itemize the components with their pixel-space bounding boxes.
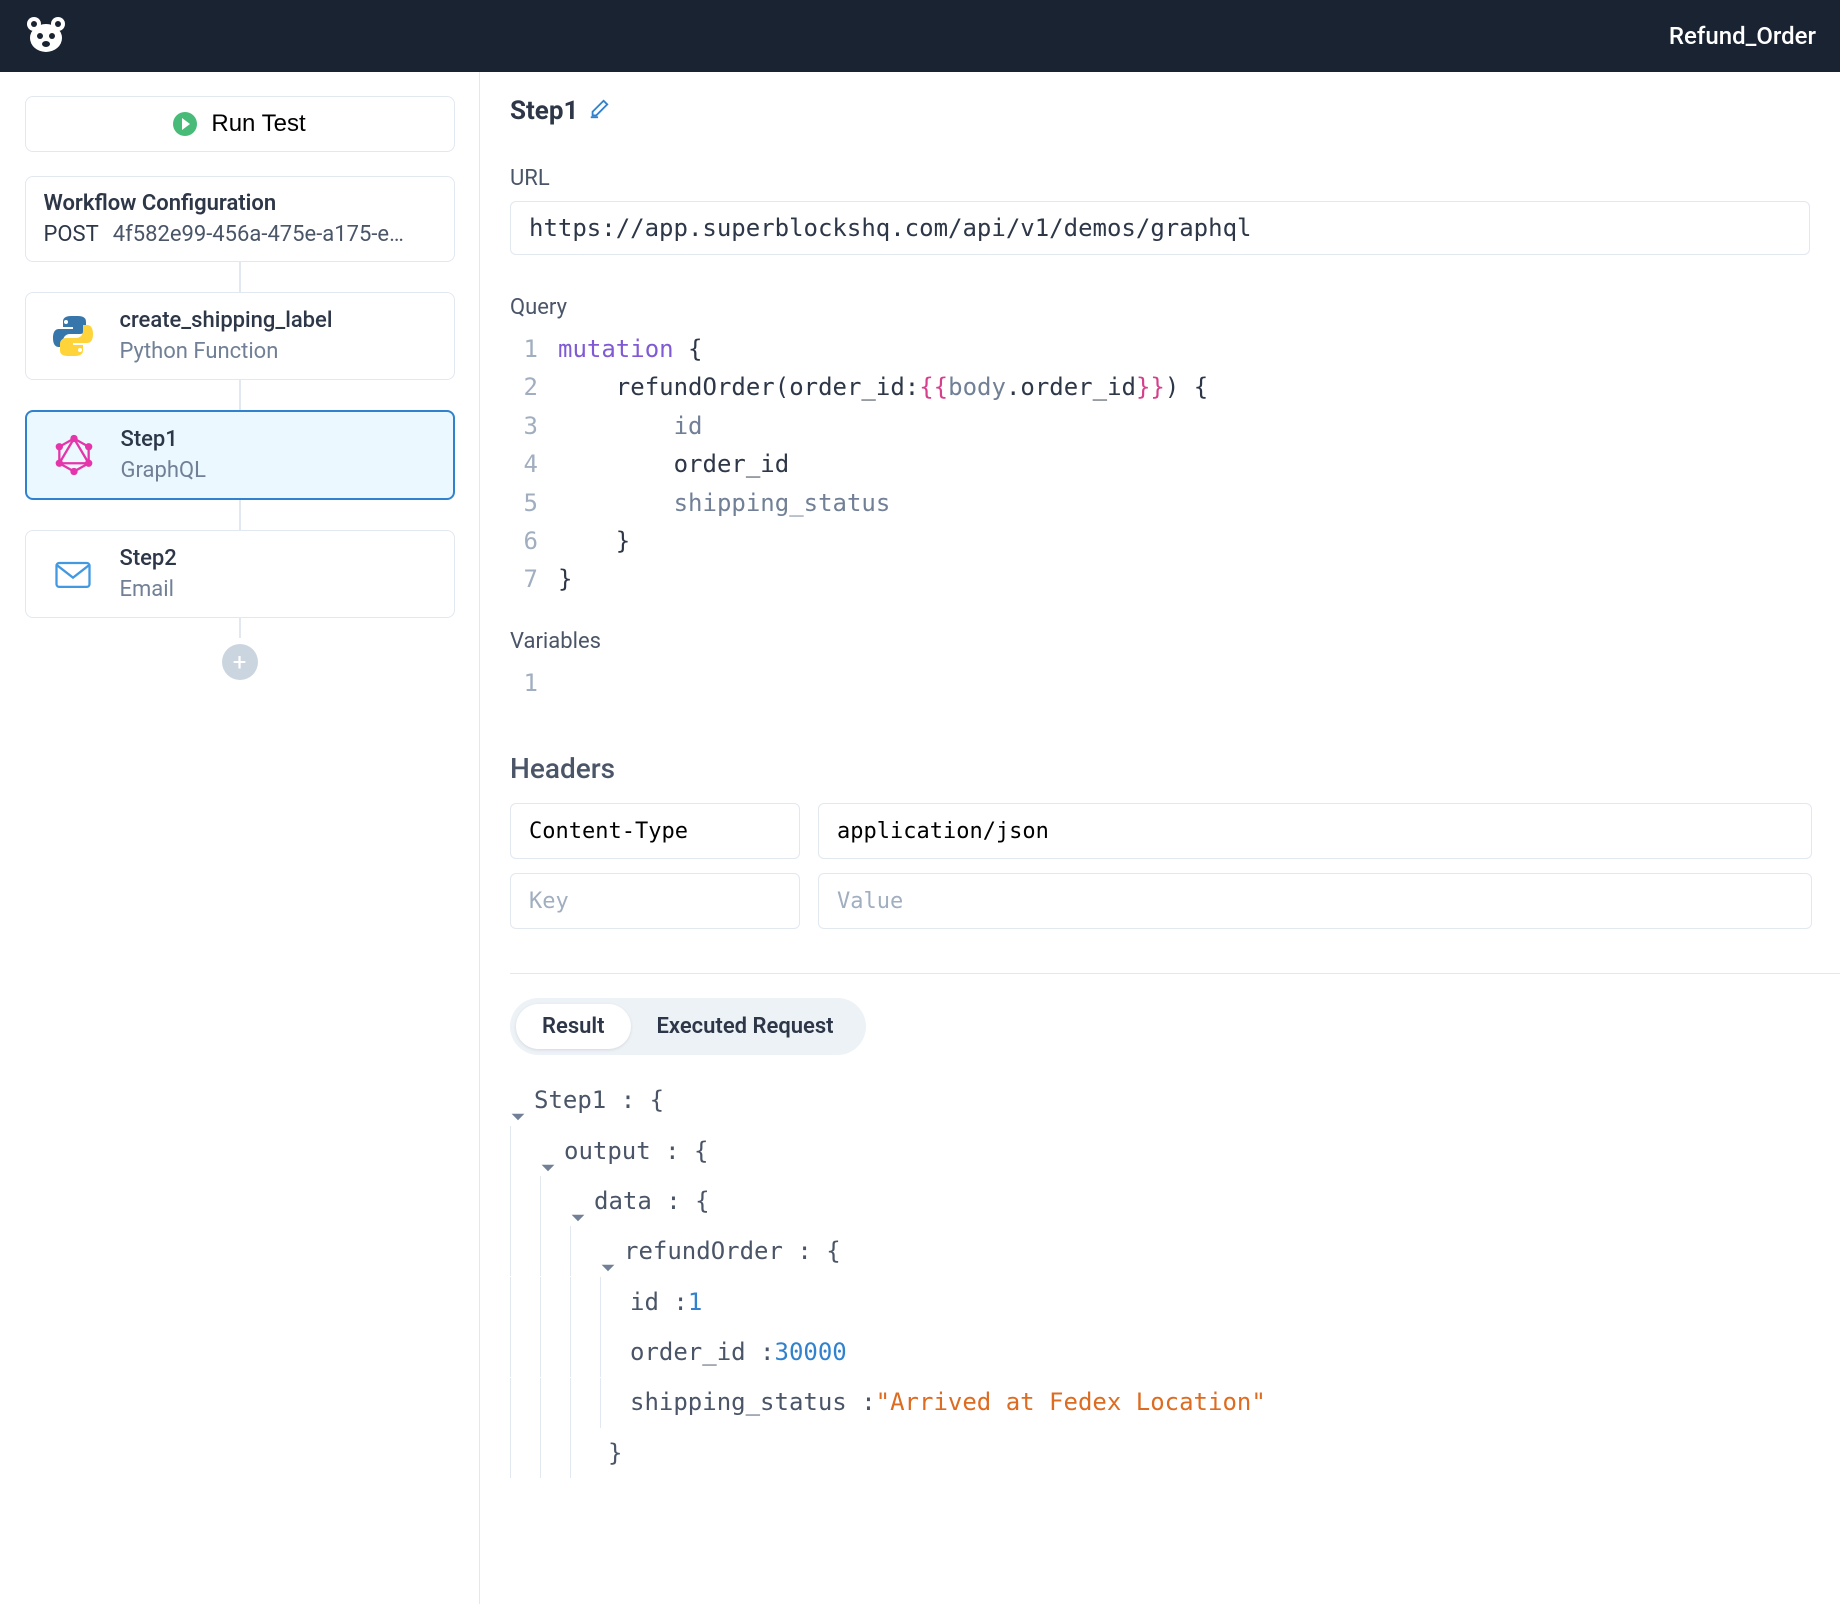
step-title: create_shipping_label <box>120 308 333 333</box>
headers-label: Headers <box>510 752 1840 785</box>
header-value-input[interactable] <box>818 803 1812 859</box>
email-icon <box>44 545 102 603</box>
tab-executed-request[interactable]: Executed Request <box>631 1004 860 1049</box>
step-name: Step1 <box>510 96 578 126</box>
header-value-input[interactable] <box>818 873 1812 929</box>
result-tabs: Result Executed Request <box>510 998 866 1055</box>
add-step-button[interactable]: + <box>222 644 258 680</box>
python-icon <box>44 307 102 365</box>
step-card-email[interactable]: Step2 Email <box>25 530 455 618</box>
edit-icon[interactable] <box>588 98 610 124</box>
connector-line <box>239 262 241 292</box>
url-input[interactable] <box>510 201 1810 255</box>
url-label: URL <box>510 166 1840 191</box>
workflow-method: POST <box>44 222 99 247</box>
step-sub: Python Function <box>120 339 333 364</box>
graphql-icon <box>45 426 103 484</box>
query-editor[interactable]: 1mutation { 2 refundOrder(order_id:{{bod… <box>510 330 1840 599</box>
header-key-input[interactable] <box>510 803 800 859</box>
step-card-graphql[interactable]: Step1 GraphQL <box>25 410 455 500</box>
tab-result[interactable]: Result <box>516 1004 631 1049</box>
play-icon <box>173 112 197 136</box>
page-title: Refund_Order <box>1669 22 1816 50</box>
koala-logo-icon <box>24 14 68 58</box>
variables-label: Variables <box>510 629 1840 654</box>
result-tree[interactable]: Step1 : { output : { data : { refundOrde… <box>510 1075 1840 1478</box>
header-key-input[interactable] <box>510 873 800 929</box>
result-panel: Result Executed Request Step1 : { output… <box>510 973 1840 1478</box>
step-editor: Step1 URL Query 1mutation { 2 refundOrde… <box>480 72 1840 1604</box>
caret-down-icon[interactable] <box>600 1243 616 1259</box>
connector-line <box>239 380 241 410</box>
variables-editor[interactable]: 1 <box>510 664 1840 702</box>
step-card-python[interactable]: create_shipping_label Python Function <box>25 292 455 380</box>
connector-line <box>239 500 241 530</box>
connector-line <box>239 618 241 638</box>
workflow-id: 4f582e99-456a-475e-a175-e… <box>113 222 404 247</box>
caret-down-icon[interactable] <box>540 1143 556 1159</box>
workflow-sidebar: Run Test Workflow Configuration POST 4f5… <box>0 72 480 1604</box>
caret-down-icon[interactable] <box>570 1193 586 1209</box>
query-label: Query <box>510 295 1840 320</box>
step-title: Step2 <box>120 546 177 571</box>
app-header: Refund_Order <box>0 0 1840 72</box>
step-title: Step1 <box>121 427 206 452</box>
run-test-label: Run Test <box>211 110 305 138</box>
caret-down-icon[interactable] <box>510 1092 526 1108</box>
step-sub: Email <box>120 577 177 602</box>
workflow-config-card[interactable]: Workflow Configuration POST 4f582e99-456… <box>25 176 455 262</box>
run-test-button[interactable]: Run Test <box>25 96 455 152</box>
workflow-config-title: Workflow Configuration <box>44 191 436 216</box>
step-sub: GraphQL <box>121 458 206 483</box>
